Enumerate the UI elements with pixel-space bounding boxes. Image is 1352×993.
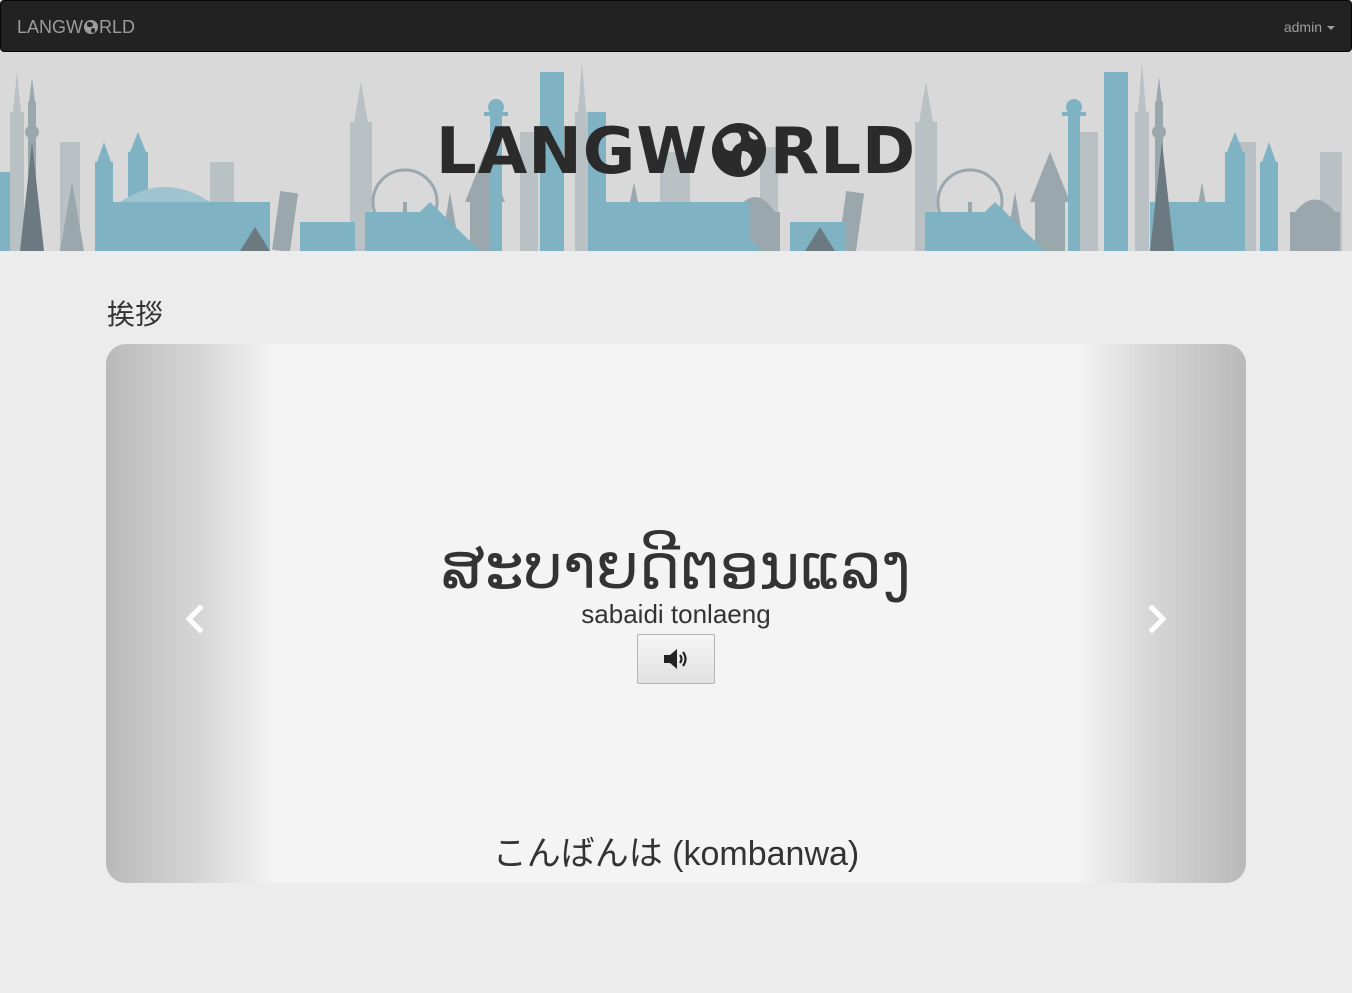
brand-text-suffix: RLD (99, 17, 136, 37)
globe-icon (84, 20, 99, 34)
chevron-right-icon (1148, 604, 1167, 634)
user-menu-label: admin (1283, 19, 1322, 35)
phrase-carousel: ສະບາຍດີຕອນແລງ sabaidi tonlaeng こんばんは (ko… (106, 344, 1246, 883)
brand-link[interactable]: LANGW RLD (17, 16, 135, 38)
brand-text-prefix: LANGW (17, 17, 84, 37)
category-title: 挨拶 (107, 299, 164, 330)
site-logo: LANGW RLD (0, 114, 1352, 187)
volume-up-icon (664, 649, 687, 669)
phrase-romanization: sabaidi tonlaeng (581, 599, 771, 629)
top-navbar: LANGW RLD admin (0, 0, 1352, 52)
play-audio-button[interactable] (637, 634, 715, 684)
header-banner: LANGW RLD (0, 52, 1352, 251)
caret-down-icon (1327, 26, 1335, 31)
phrase-translation: こんばんは (kombanwa) (492, 835, 860, 873)
carousel-next-button[interactable] (1142, 602, 1172, 636)
user-menu-dropdown[interactable]: admin (1284, 18, 1335, 36)
logo-text-suffix: RLD (769, 115, 917, 190)
carousel-prev-button[interactable] (180, 602, 210, 636)
logo-text-prefix: LANGW (435, 115, 708, 190)
globe-icon (710, 121, 768, 179)
chevron-left-icon (185, 604, 204, 634)
